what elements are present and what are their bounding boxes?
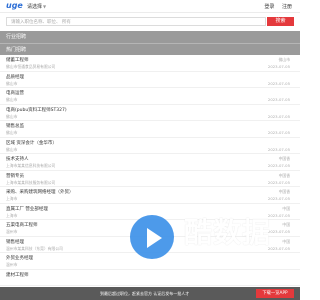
top-bar: uge 请选择▼ 登录 注册 bbox=[0, 0, 300, 13]
job-title: 营销专员 bbox=[6, 173, 24, 179]
job-company: 温州市 bbox=[6, 229, 18, 234]
job-row[interactable]: 储蓄工程师 佛山市恒通食品贸易有限公司 佛山市 2023-07-05 bbox=[0, 55, 300, 72]
job-row[interactable]: 区域 资深会计（金华市） 佛山市 2023-07-05 bbox=[0, 138, 300, 154]
job-title: 销售总监 bbox=[6, 124, 24, 129]
job-date: 2023-07-05 bbox=[267, 163, 290, 168]
job-date: 2023-07-05 bbox=[267, 64, 290, 69]
job-date: 2023-07-05 bbox=[267, 179, 290, 185]
download-app-button[interactable]: 下载一览APP bbox=[256, 289, 294, 298]
job-title: 直属工厂 营业部经理 bbox=[6, 206, 48, 212]
job-title: 品质经理 bbox=[6, 74, 24, 80]
job-date: 2023-07-05 bbox=[267, 97, 290, 102]
job-company: 佛山市 bbox=[6, 97, 18, 102]
city-selector[interactable]: 请选择▼ bbox=[27, 3, 46, 10]
job-title: 电商(pubu资料工程师ST327) bbox=[6, 107, 67, 113]
job-company: 上海市某某科技服务有限公司 bbox=[6, 179, 56, 185]
job-company: 上海市 bbox=[6, 196, 18, 201]
chevron-down-icon: ▼ bbox=[43, 4, 47, 9]
job-title: 技术支持人 bbox=[6, 157, 29, 162]
job-date: 2023-07-05 bbox=[267, 113, 290, 119]
job-row[interactable]: 品质经理 佛山市 2023-07-05 bbox=[0, 72, 300, 88]
footer-bar: 到最后超过职位，赶紧去官方 认证后发布一批人才 下载一览APP bbox=[0, 287, 300, 300]
watermark-sub: KUIDC bbox=[178, 253, 279, 268]
job-date: 2023-07-05 bbox=[267, 80, 290, 86]
play-icon bbox=[147, 228, 162, 248]
job-company: 温州市 bbox=[6, 262, 18, 267]
register-link[interactable]: 注册 bbox=[282, 4, 292, 10]
job-company: 温州市某某科技（东莞）有限公司 bbox=[6, 245, 63, 251]
watermark-name: 酷数据 bbox=[184, 216, 272, 249]
job-row[interactable]: 营销专员 上海市某某科技服务有限公司 中国香 2023-07-05 bbox=[0, 171, 300, 187]
job-title: 销售经理 bbox=[6, 239, 24, 245]
job-title: 电商运营 bbox=[6, 91, 24, 96]
auth-links: 登录 注册 bbox=[258, 3, 292, 10]
job-company: 上海市 bbox=[6, 212, 18, 218]
job-location: 中国香 bbox=[278, 172, 290, 178]
job-row[interactable]: 采购、采购建筑网络经理（外贸） 上海市 中国香 2023-07-05 bbox=[0, 187, 300, 204]
job-title: 外贸业务经理 bbox=[6, 256, 33, 261]
search-button[interactable]: 搜索 bbox=[267, 17, 294, 26]
watermark: 酷数据 KUIDC bbox=[120, 205, 290, 295]
job-company: 佛山市 bbox=[6, 146, 18, 152]
city-label: 请选择 bbox=[27, 4, 43, 10]
job-company: 上海市某某信息科技有限公司 bbox=[6, 163, 56, 168]
job-title: 建材工程师 bbox=[6, 272, 29, 278]
site-logo[interactable]: uge bbox=[6, 1, 23, 10]
job-title: 区域 资深会计（金华市） bbox=[6, 140, 57, 146]
industry-bar[interactable]: 行业招聘 bbox=[0, 31, 300, 43]
hot-bar[interactable]: 热门招聘 bbox=[0, 43, 300, 55]
search-input[interactable]: 请输入职位名称、职位、 所有 bbox=[6, 17, 266, 26]
job-location: 中国香 bbox=[278, 156, 290, 161]
job-company: 佛山市恒通食品贸易有限公司 bbox=[6, 64, 56, 69]
footer-text: 到最后超过职位，赶紧去官方 认证后发布一批人才 bbox=[100, 291, 190, 296]
job-row[interactable]: 电商运营 佛山市 2023-07-05 bbox=[0, 88, 300, 105]
job-company: 佛山市 bbox=[6, 80, 18, 86]
search-row: 请输入职位名称、职位、 所有 搜索 bbox=[0, 13, 300, 31]
job-row[interactable]: 电商(pubu资料工程师ST327) 佛山市 2023-07-05 bbox=[0, 105, 300, 121]
job-company: 佛山市 bbox=[6, 130, 18, 135]
login-link[interactable]: 登录 bbox=[264, 4, 274, 10]
job-date: 2023-07-05 bbox=[267, 130, 290, 135]
job-title: 采购、采购建筑网络经理（外贸） bbox=[6, 190, 74, 195]
job-title: 五渠电商工程师 bbox=[6, 223, 38, 228]
job-location: 佛山市 bbox=[278, 57, 290, 62]
job-date: 2023-07-05 bbox=[267, 146, 290, 152]
job-row[interactable]: 销售总监 佛山市 2023-07-05 bbox=[0, 121, 300, 138]
job-location: 中国香 bbox=[278, 189, 290, 194]
job-company: 佛山市 bbox=[6, 113, 18, 119]
job-row[interactable]: 技术支持人 上海市某某信息科技有限公司 中国香 2023-07-05 bbox=[0, 154, 300, 171]
job-title: 储蓄工程师 bbox=[6, 58, 29, 63]
job-date: 2023-07-05 bbox=[267, 196, 290, 201]
